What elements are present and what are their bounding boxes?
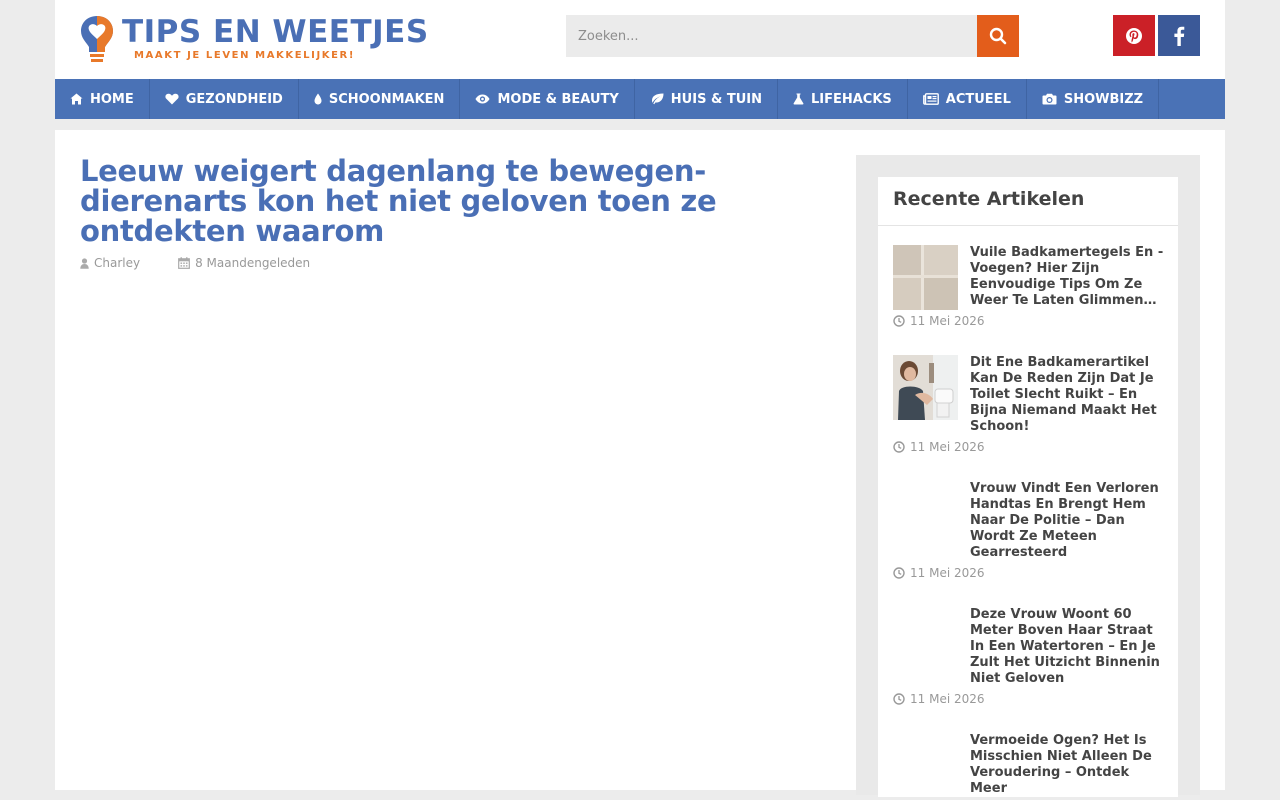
article-date: 11 Mei 2026 bbox=[893, 692, 985, 706]
nav-item-home[interactable]: HOME bbox=[55, 79, 150, 119]
post-date: 8 Maandengeleden bbox=[178, 256, 310, 270]
eye-icon bbox=[475, 94, 490, 104]
nav-item-actueel[interactable]: ACTUEEL bbox=[908, 79, 1027, 119]
nav-label: SCHOONMAKEN bbox=[328, 91, 445, 107]
nav-label: SHOWBIZZ bbox=[1063, 91, 1144, 107]
flask-icon bbox=[793, 93, 804, 105]
post-title: Leeuw weigert dagenlang te bewegen- dier… bbox=[80, 154, 717, 248]
site-logo[interactable]: TIPS EN WEETJES MAAKT JE LEVEN MAKKELIJK… bbox=[77, 12, 497, 66]
article-thumbnail[interactable] bbox=[893, 245, 958, 310]
leaf-icon bbox=[651, 93, 664, 105]
search-form bbox=[566, 15, 1019, 57]
article-date-text: 11 Mei 2026 bbox=[910, 566, 985, 580]
article-title[interactable]: Deze Vrouw Woont 60 Meter Boven Haar Str… bbox=[970, 607, 1166, 687]
post-date-text: 8 Maandengeleden bbox=[195, 256, 311, 270]
facebook-icon bbox=[1174, 26, 1185, 46]
logo-tagline: MAAKT JE LEVEN MAKKELIJKER! bbox=[134, 50, 356, 61]
logo-title: TIPS EN WEETJES bbox=[122, 14, 429, 50]
camera-icon bbox=[1042, 93, 1057, 105]
calendar-icon bbox=[178, 257, 190, 269]
nav-label: HOME bbox=[90, 91, 134, 107]
post-author-name: Charley bbox=[94, 256, 141, 270]
article-date: 11 Mei 2026 bbox=[893, 566, 985, 580]
post-author[interactable]: Charley bbox=[80, 256, 140, 270]
nav-label: GEZONDHEID bbox=[185, 91, 283, 107]
main-navigation: HOME GEZONDHEID SCHOONMAKEN MODE & BEAUT… bbox=[55, 79, 1225, 119]
article-title[interactable]: Dit Ene Badkamerartikel Kan De Reden Zij… bbox=[970, 355, 1166, 435]
article-date: 11 Mei 2026 bbox=[893, 314, 985, 328]
article-title[interactable]: Vermoeide Ogen? Het Is Misschien Niet Al… bbox=[970, 733, 1166, 797]
recent-articles-widget: Recente Artikelen Vuile Badkamertegels E… bbox=[878, 177, 1178, 797]
nav-item-lifehacks[interactable]: LIFEHACKS bbox=[778, 79, 908, 119]
pinterest-icon bbox=[1126, 27, 1142, 44]
site-header: TIPS EN WEETJES MAAKT JE LEVEN MAKKELIJK… bbox=[55, 0, 1225, 79]
clock-icon bbox=[893, 693, 905, 705]
sidebar: Recente Artikelen Vuile Badkamertegels E… bbox=[856, 155, 1200, 797]
drop-icon bbox=[314, 93, 322, 105]
article-date-text: 11 Mei 2026 bbox=[910, 440, 985, 454]
lightbulb-logo-icon bbox=[81, 16, 113, 62]
widget-title: Recente Artikelen bbox=[878, 177, 1178, 226]
article-date-text: 11 Mei 2026 bbox=[910, 314, 985, 328]
heart-icon bbox=[165, 93, 179, 105]
newspaper-icon bbox=[922, 93, 939, 105]
content-area: Leeuw weigert dagenlang te bewegen- dier… bbox=[55, 130, 1225, 797]
facebook-button[interactable] bbox=[1158, 15, 1200, 56]
nav-label: MODE & BEAUTY bbox=[497, 91, 619, 107]
search-icon bbox=[989, 27, 1007, 45]
clock-icon bbox=[893, 441, 905, 453]
search-input[interactable] bbox=[566, 15, 966, 57]
nav-item-mode-beauty[interactable]: MODE & BEAUTY bbox=[460, 79, 635, 119]
article-title[interactable]: Vuile Badkamertegels En -Voegen? Hier Zi… bbox=[970, 245, 1166, 309]
nav-item-schoonmaken[interactable]: SCHOONMAKEN bbox=[299, 79, 461, 119]
clock-icon bbox=[893, 315, 905, 327]
nav-label: ACTUEEL bbox=[945, 91, 1011, 107]
pinterest-button[interactable] bbox=[1113, 15, 1155, 56]
post-meta: Charley 8 Maandengeleden bbox=[80, 256, 310, 270]
article-date: 11 Mei 2026 bbox=[893, 440, 985, 454]
nav-label: HUIS & TUIN bbox=[670, 91, 762, 107]
search-button[interactable] bbox=[977, 15, 1019, 57]
nav-item-huis-tuin[interactable]: HUIS & TUIN bbox=[635, 79, 778, 119]
user-icon bbox=[80, 257, 89, 269]
article-title[interactable]: Vrouw Vindt Een Verloren Handtas En Bren… bbox=[970, 481, 1166, 561]
article-thumbnail[interactable] bbox=[893, 355, 958, 420]
nav-item-showbizz[interactable]: SHOWBIZZ bbox=[1027, 79, 1160, 119]
nav-label: LIFEHACKS bbox=[810, 91, 892, 107]
home-icon bbox=[70, 93, 83, 105]
article-date-text: 11 Mei 2026 bbox=[910, 692, 985, 706]
nav-item-gezondheid[interactable]: GEZONDHEID bbox=[150, 79, 299, 119]
clock-icon bbox=[893, 567, 905, 579]
